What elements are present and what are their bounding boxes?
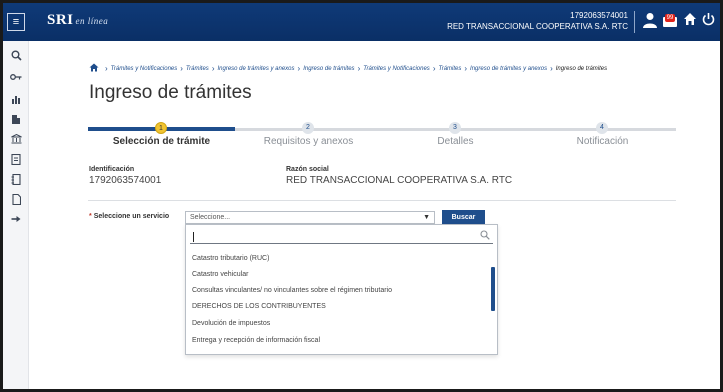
user-icon[interactable] [643,12,657,33]
breadcrumb-link[interactable]: Ingreso de trámites y anexos [217,66,294,72]
notebook-icon[interactable] [8,171,24,187]
identificacion-label: Identificación [89,166,135,173]
step-1-dot: 1 [155,122,167,134]
service-label-text: Seleccione un servicio [93,213,170,220]
left-sidebar [3,41,29,389]
header-divider [634,11,635,33]
search-icon [480,230,490,242]
sri-logo[interactable]: SRI en línea [47,12,108,29]
arrow-right-icon[interactable] [8,211,24,227]
logo-sub: en línea [75,16,109,26]
service-label: * Seleccione un servicio [89,213,169,220]
logo-text: SRI [47,12,74,28]
mail-badge: 99 [665,14,675,22]
progress-stepper: 1 Selección de trámite 2 Requisitos y an… [88,121,676,151]
page-title: Ingreso de trámites [89,82,252,103]
chevron-right-icon: › [297,64,301,73]
section-divider [88,200,676,201]
chevron-right-icon: › [105,64,108,73]
razon-social-value: RED TRANSACCIONAL COOPERATIVA S.A. RTC [286,175,513,186]
breadcrumb-link[interactable]: Ingreso de trámites y anexos [470,66,547,72]
top-bar: ≡ SRI en línea 1792063574001 RED TRANSACC… [3,3,720,41]
step-2-label: Requisitos y anexos [263,136,354,147]
user-info[interactable]: 1792063574001 RED TRANSACCIONAL COOPERAT… [447,10,628,32]
breadcrumb-current: Ingreso de trámites [555,65,608,72]
step-3-label: Detalles [437,136,474,147]
user-name: RED TRANSACCIONAL COOPERATIVA S.A. RTC [447,22,628,31]
breadcrumb-link[interactable]: Trámites y Notificaciones [363,66,430,72]
dropdown-scrollbar[interactable] [491,267,495,311]
chevron-right-icon: › [211,64,215,73]
service-select[interactable]: Seleccione... ▼ [185,211,435,224]
service-select-value: Seleccione... [190,214,231,221]
dropdown-option[interactable]: DERECHOS DE LOS CONTRIBUYENTES [192,303,326,310]
user-id: 1792063574001 [570,11,628,20]
file-icon[interactable] [8,191,24,207]
breadcrumb-link[interactable]: Trámites y Notificaciones [111,66,178,72]
required-mark: * [89,213,92,220]
search-icon[interactable] [8,47,24,63]
breadcrumb: › Trámites y Notificaciones › Trámites ›… [89,63,607,74]
buscar-button[interactable]: Buscar [442,210,485,225]
razon-social-label: Razón social [286,166,329,173]
identificacion-value: 1792063574001 [89,175,162,186]
chevron-right-icon: › [180,64,183,73]
key-icon[interactable] [8,69,24,85]
step-1-label: Selección de trámite [112,136,211,147]
building-icon[interactable] [8,111,24,127]
dropdown-search-input[interactable] [190,229,493,244]
breadcrumb-link[interactable]: Ingreso de trámites [303,66,354,72]
step-4-dot: 4 [596,122,608,134]
power-icon[interactable] [702,12,715,31]
text-cursor [193,232,194,242]
menu-icon[interactable]: ≡ [7,13,25,31]
step-4-label: Notificación [576,136,629,147]
dropdown-option[interactable]: Catastro vehicular [192,271,248,278]
home-icon[interactable] [683,12,697,31]
caret-down-icon: ▼ [423,214,430,221]
dropdown-option[interactable]: Catastro tributario (RUC) [192,255,269,262]
step-3-dot: 3 [449,122,461,134]
chart-icon[interactable] [8,91,24,107]
chevron-right-icon: › [550,64,553,73]
breadcrumb-link[interactable]: Trámites [186,66,209,72]
breadcrumb-link[interactable]: Trámites [438,66,461,72]
chevron-right-icon: › [464,64,468,73]
app-window: ≡ SRI en línea 1792063574001 RED TRANSACC… [0,0,723,392]
step-2-dot: 2 [302,122,314,134]
dropdown-option[interactable]: Consultas vinculantes/ no vinculantes so… [192,287,392,294]
service-dropdown: Catastro tributario (RUC) Catastro vehic… [185,224,498,355]
dropdown-option[interactable]: Devolución de impuestos [192,320,270,327]
home-icon[interactable] [89,63,99,74]
document-icon[interactable] [8,151,24,167]
chevron-right-icon: › [357,64,361,73]
bank-icon[interactable] [8,131,24,147]
chevron-right-icon: › [432,64,436,73]
dropdown-option[interactable]: Entrega y recepción de información fisca… [192,337,320,344]
